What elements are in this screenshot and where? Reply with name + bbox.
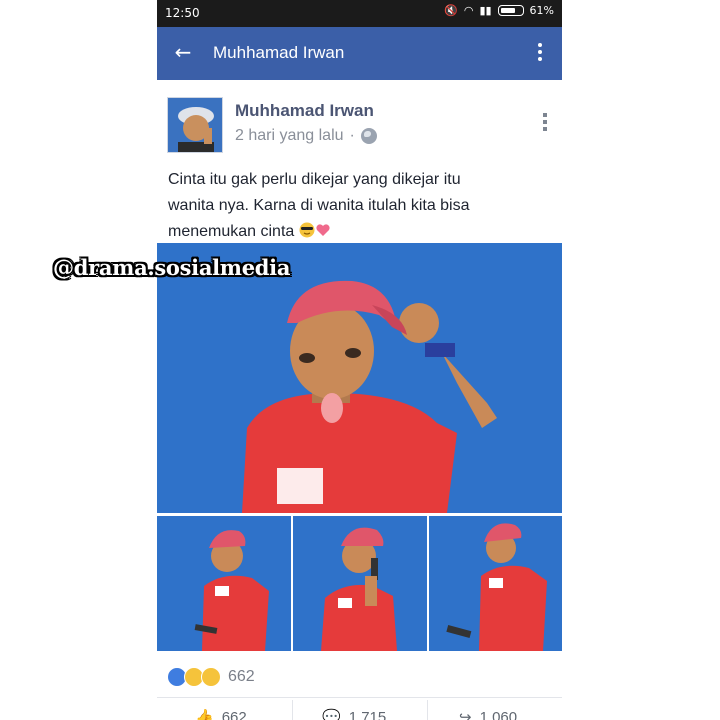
post-text-line-content: menemukan cinta (168, 223, 295, 240)
post-time: 2 hari yang lalu (235, 127, 344, 144)
app-bar: ← Muhhamad Irwan (157, 27, 562, 80)
page-title: Muhhamad Irwan (213, 43, 345, 62)
battery-icon (497, 5, 524, 16)
post-text-line: wanita nya. Karna di wanita itulah kita … (168, 197, 470, 214)
photo-thumbnail[interactable] (157, 516, 291, 651)
post-text-line: menemukan cinta (168, 219, 553, 245)
wifi-icon: ◠ (463, 4, 474, 17)
status-bar: 12:50 🔇 ◠ ▮▮ 61% (157, 0, 562, 27)
watermark-text: @drama.sosialmedia (53, 255, 291, 280)
post-options-icon[interactable] (542, 112, 548, 134)
status-icons: 🔇 ◠ ▮▮ 61% (444, 4, 554, 17)
reaction-count: 662 (228, 668, 255, 685)
comment-button[interactable]: 💬 1.715 (322, 708, 386, 720)
sunglasses-emoji-icon (299, 222, 315, 238)
meta-separator: · (349, 127, 355, 144)
comment-count: 1.715 (348, 708, 387, 720)
share-icon: ↪ (459, 709, 472, 720)
battery-percent: 61% (529, 4, 554, 17)
photo-thumbnail[interactable] (429, 516, 562, 651)
overflow-menu-icon[interactable] (536, 41, 544, 65)
like-button[interactable]: 👍 662 (195, 708, 247, 720)
comment-icon: 💬 (322, 709, 341, 720)
status-time: 12:50 (165, 6, 200, 20)
divider (157, 697, 562, 698)
post-author[interactable]: Muhhamad Irwan (235, 101, 374, 121)
back-arrow-icon[interactable]: ← (171, 40, 195, 64)
mute-icon: 🔇 (444, 4, 458, 17)
share-count: 1.060 (479, 708, 518, 720)
sad-reaction-icon (201, 667, 221, 687)
like-count: 662 (221, 708, 247, 720)
share-button[interactable]: ↪ 1.060 (459, 708, 517, 720)
signal-icon: ▮▮ (479, 4, 492, 17)
post-meta: 2 hari yang lalu · (235, 127, 377, 145)
phone-screen: 12:50 🔇 ◠ ▮▮ 61% ← Muhhamad Irwan Muhham… (157, 0, 562, 720)
globe-icon (360, 128, 377, 144)
heart-emoji-icon (316, 224, 330, 236)
post-text: Cinta itu gak perlu dikejar yang dikejar… (168, 167, 553, 245)
main-photo[interactable] (157, 243, 562, 513)
post-text-line: Cinta itu gak perlu dikejar yang dikejar… (168, 171, 461, 188)
avatar[interactable] (167, 97, 223, 153)
action-separator (292, 700, 293, 720)
thumbs-up-icon: 👍 (195, 709, 214, 720)
reactions-summary[interactable]: 662 (167, 667, 255, 687)
photo-thumbnail[interactable] (293, 516, 427, 651)
action-separator (427, 700, 428, 720)
